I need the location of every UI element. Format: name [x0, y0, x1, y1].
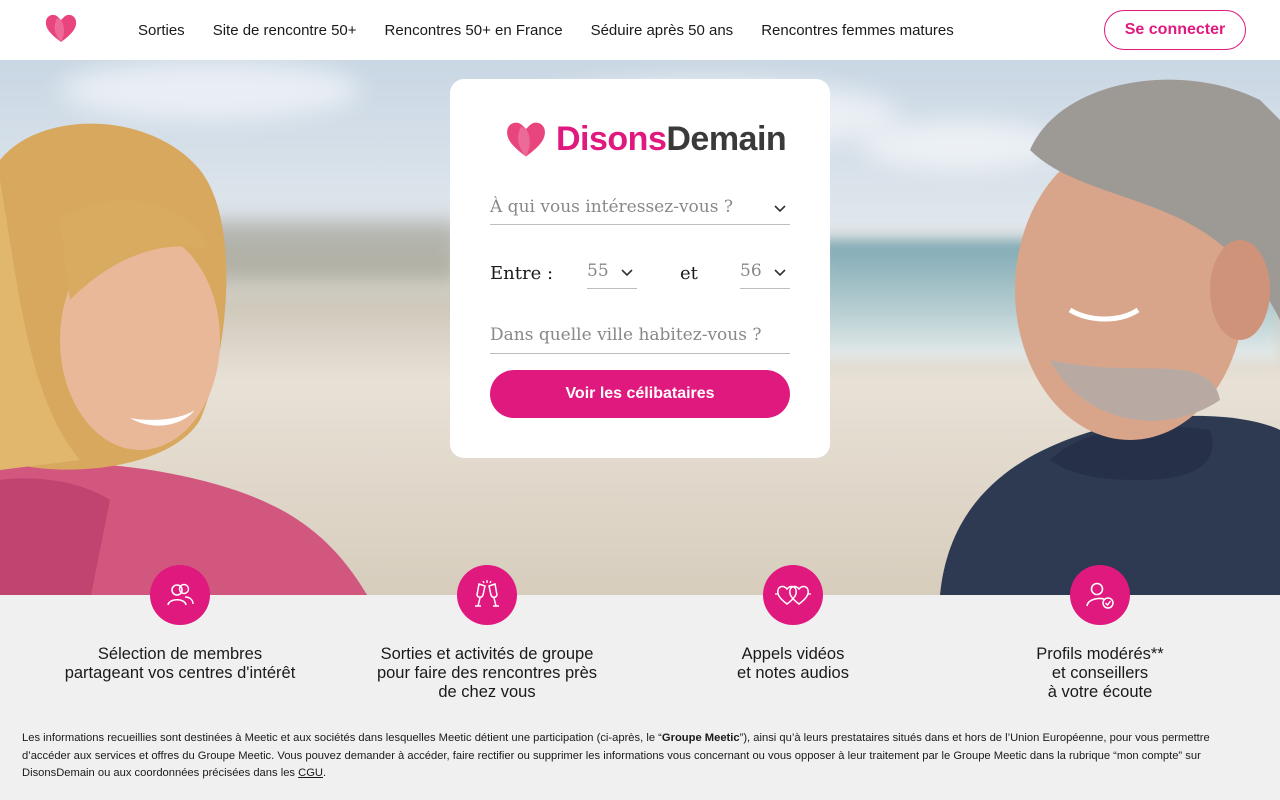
age-min-select[interactable]: 55 [587, 261, 637, 289]
age-range-label: Entre : [490, 263, 554, 284]
nav-femmes-matures[interactable]: Rencontres femmes matures [761, 22, 954, 39]
city-field [490, 325, 790, 354]
chevron-down-icon [621, 269, 633, 277]
feature-members-text: Sélection de membres partageant vos cent… [64, 645, 296, 682]
interest-placeholder: À qui vous intéressez-vous ? [490, 197, 733, 217]
legal-text-1: Les informations recueillies sont destin… [22, 732, 662, 744]
brand-name: DisonsDemain [556, 119, 787, 158]
city-input[interactable] [490, 325, 790, 345]
champagne-glasses-icon [457, 565, 517, 625]
features-section: Sélection de membres partageant vos cent… [0, 565, 1280, 725]
login-button[interactable]: Se connecter [1104, 10, 1246, 50]
video-hearts-icon [763, 565, 823, 625]
verified-profile-icon [1070, 565, 1130, 625]
feature-outings-text: Sorties et activités de groupe pour fair… [376, 645, 598, 701]
interest-select[interactable]: À qui vous intéressez-vous ? [490, 197, 790, 225]
age-max-value: 56 [740, 261, 762, 281]
cgu-link[interactable]: CGU [298, 767, 323, 779]
view-singles-button[interactable]: Voir les célibataires [490, 370, 790, 418]
nav-rencontres-france[interactable]: Rencontres 50+ en France [385, 22, 563, 39]
legal-bold: Groupe Meetic [661, 732, 740, 744]
age-et-label: et [680, 263, 698, 284]
feature-video-text: Appels vidéos et notes audios [737, 645, 849, 682]
chevron-down-icon [774, 269, 786, 277]
legal-notice: Les informations recueillies sont destin… [0, 725, 1280, 800]
hero-image: DisonsDemain À qui vous intéressez-vous … [0, 60, 1280, 595]
members-icon [150, 565, 210, 625]
man-photo [940, 79, 1280, 595]
nav-sorties[interactable]: Sorties [138, 22, 185, 39]
site-header: Sorties Site de rencontre 50+ Rencontres… [0, 0, 1280, 60]
age-min-value: 55 [587, 261, 609, 281]
legal-text-3: . [323, 767, 327, 779]
nav-site-rencontre-50[interactable]: Site de rencontre 50+ [213, 22, 357, 39]
main-nav: Sorties Site de rencontre 50+ Rencontres… [138, 0, 954, 60]
chevron-down-icon [774, 205, 786, 213]
search-card: DisonsDemain À qui vous intéressez-vous … [450, 79, 830, 458]
nav-seduire-50[interactable]: Séduire après 50 ans [591, 22, 734, 39]
heart-logo-icon[interactable] [44, 12, 78, 44]
feature-moderated-text: Profils modérés** et conseillers à votre… [1036, 645, 1164, 701]
woman-photo [0, 123, 367, 595]
brand-logo: DisonsDemain [504, 119, 787, 159]
age-max-select[interactable]: 56 [740, 261, 790, 289]
brand-heart-icon [507, 122, 545, 157]
